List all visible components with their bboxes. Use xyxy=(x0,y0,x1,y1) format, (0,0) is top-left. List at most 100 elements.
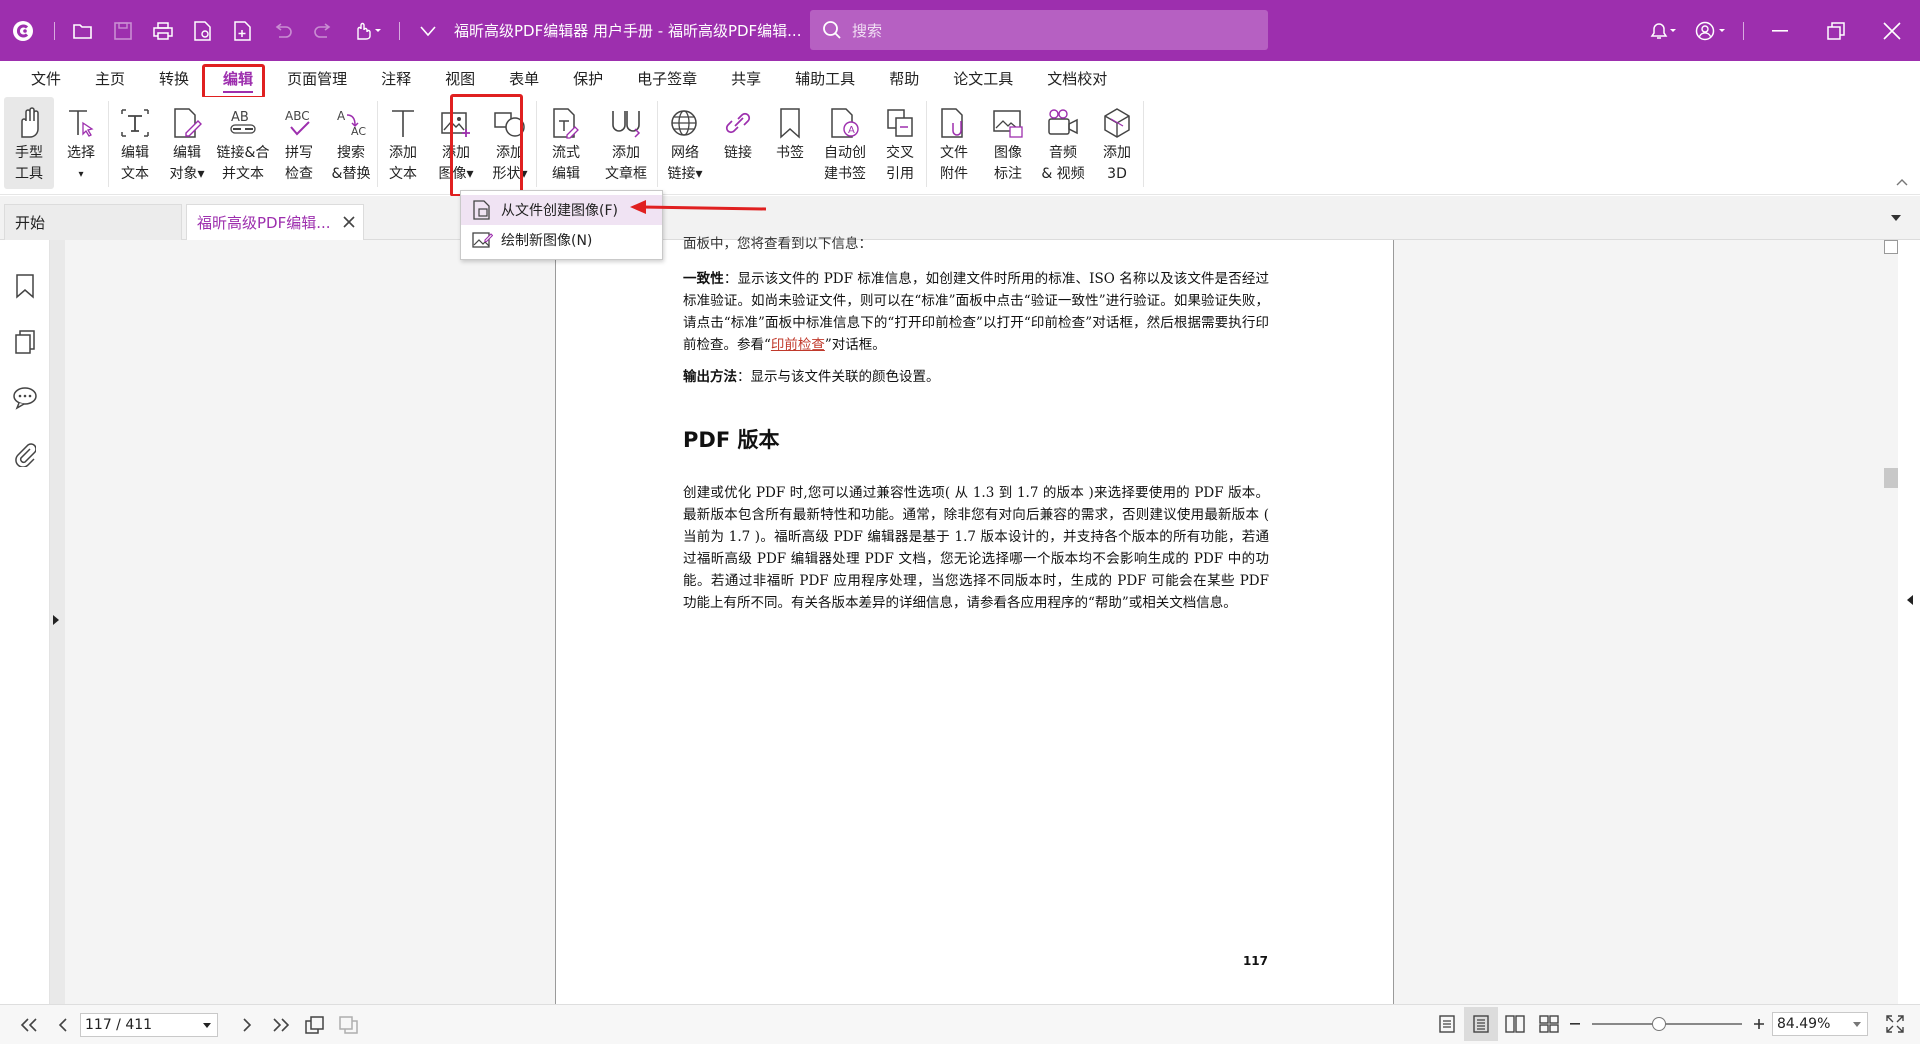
search-box[interactable]: 搜索 xyxy=(810,10,1268,50)
draw-new-image-item[interactable]: 绘制新图像(N) xyxy=(461,225,662,255)
hand-tool-button[interactable]: 手型 工具 xyxy=(4,97,54,189)
hand-tool-icon[interactable] xyxy=(343,11,391,51)
zoom-slider-thumb[interactable] xyxy=(1652,1017,1666,1031)
document-properties-icon[interactable] xyxy=(183,11,223,51)
add-article-label-2: 文章框 xyxy=(605,166,647,182)
zoom-slider[interactable] xyxy=(1592,1017,1742,1031)
edit-object-button[interactable]: 编辑 对象▾ xyxy=(161,97,213,189)
zoom-out-icon[interactable] xyxy=(1566,1007,1584,1041)
cross-reference-button[interactable]: 交叉 引用 xyxy=(874,97,926,189)
close-tab-icon[interactable] xyxy=(343,216,355,228)
preflight-link[interactable]: 印前检查 xyxy=(771,337,825,353)
add-3d-button[interactable]: 添加 3D xyxy=(1091,97,1143,189)
link-button[interactable]: 链接 xyxy=(712,97,764,189)
last-page-icon[interactable] xyxy=(264,1008,298,1042)
select-tool-button[interactable]: 选择 ▾ xyxy=(54,97,108,189)
menu-help[interactable]: 帮助 xyxy=(872,61,936,97)
zoom-level-field[interactable]: 84.49% xyxy=(1772,1012,1868,1036)
menu-e-sign[interactable]: 电子签章 xyxy=(620,61,714,97)
spell-check-button[interactable]: ABC 拼写 检查 xyxy=(273,97,325,189)
expand-sidebar-icon[interactable] xyxy=(52,614,60,626)
cross-ref-label-1: 交叉 xyxy=(886,145,914,161)
bookmark-button[interactable]: 书签 xyxy=(764,97,816,189)
svg-text:AC: AC xyxy=(351,125,366,138)
menu-home[interactable]: 主页 xyxy=(78,61,142,97)
add-article-button[interactable]: 添加 文章框 xyxy=(595,97,657,189)
foxit-logo-icon[interactable] xyxy=(0,0,46,61)
menu-file[interactable]: 文件 xyxy=(14,61,78,97)
previous-page-icon[interactable] xyxy=(46,1008,80,1042)
flow-edit-icon xyxy=(551,103,581,139)
menu-share[interactable]: 共享 xyxy=(714,61,778,97)
full-screen-icon[interactable] xyxy=(1878,1007,1912,1041)
menu-convert[interactable]: 转换 xyxy=(142,61,206,97)
next-view-icon[interactable] xyxy=(332,1008,366,1042)
highlight-box-add-image xyxy=(450,94,523,197)
audio-video-button[interactable]: 音频 & 视频 xyxy=(1035,97,1091,189)
menu-accessibility[interactable]: 辅助工具 xyxy=(778,61,872,97)
menu-thesis-tools[interactable]: 论文工具 xyxy=(936,61,1030,97)
continuous-facing-view-icon[interactable] xyxy=(1532,1007,1566,1041)
collapse-ribbon-icon[interactable] xyxy=(1896,178,1908,186)
open-folder-icon[interactable] xyxy=(63,11,103,51)
expand-right-panel-icon[interactable] xyxy=(1906,594,1914,606)
auto-bookmark-label-1: 自动创 xyxy=(824,145,866,161)
edit-object-label-1: 编辑 xyxy=(173,145,201,161)
previous-view-icon[interactable] xyxy=(298,1008,332,1042)
edit-text-button[interactable]: 编辑 文本 xyxy=(109,97,161,189)
menu-form[interactable]: 表单 xyxy=(492,61,556,97)
search-replace-button[interactable]: A AC 搜索 &替换 xyxy=(325,97,377,189)
tab-document[interactable]: 福昕高级PDF编辑... xyxy=(186,204,364,240)
save-icon[interactable] xyxy=(103,11,143,51)
facing-view-icon[interactable] xyxy=(1498,1007,1532,1041)
continuous-view-icon[interactable] xyxy=(1464,1007,1498,1041)
edit-object-label-2: 对象▾ xyxy=(169,166,205,182)
tab-start[interactable]: 开始 xyxy=(4,204,182,240)
quick-access-dropdown-icon[interactable] xyxy=(408,11,448,51)
menu-view[interactable]: 视图 xyxy=(428,61,492,97)
new-document-icon[interactable] xyxy=(223,11,263,51)
print-icon[interactable] xyxy=(143,11,183,51)
redo-icon[interactable] xyxy=(303,11,343,51)
auto-bookmark-button[interactable]: A 自动创 建书签 xyxy=(816,97,874,189)
link-label: 链接 xyxy=(724,145,752,161)
undo-icon[interactable] xyxy=(263,11,303,51)
scrollbar-top-marker[interactable] xyxy=(1884,240,1898,254)
comments-panel-icon[interactable] xyxy=(0,370,50,426)
auto-bookmark-icon: A xyxy=(829,103,861,139)
spell-check-icon: ABC xyxy=(283,103,315,139)
account-icon[interactable] xyxy=(1685,11,1735,51)
vertical-scrollbar[interactable] xyxy=(1882,240,1898,1004)
select-label: 选择 xyxy=(67,145,95,161)
menu-proofread[interactable]: 文档校对 xyxy=(1030,61,1124,97)
link-merge-text-button[interactable]: AB 链接&合 并文本 xyxy=(213,97,273,189)
link-merge-label-2: 并文本 xyxy=(222,166,264,182)
minimize-button[interactable] xyxy=(1752,0,1808,61)
next-page-icon[interactable] xyxy=(230,1008,264,1042)
first-page-icon[interactable] xyxy=(12,1008,46,1042)
scrollbar-thumb[interactable] xyxy=(1884,468,1898,488)
menu-organize[interactable]: 页面管理 xyxy=(270,61,364,97)
single-page-view-icon[interactable] xyxy=(1430,1007,1464,1041)
menu-protect[interactable]: 保护 xyxy=(556,61,620,97)
flow-edit-button[interactable]: 流式 编辑 xyxy=(537,97,595,189)
attachments-panel-icon[interactable] xyxy=(0,426,50,482)
web-link-button[interactable]: 网络 链接▾ xyxy=(658,97,712,189)
pages-panel-icon[interactable] xyxy=(0,314,50,370)
page-number-field[interactable]: 117 / 411 xyxy=(80,1012,218,1037)
restore-button[interactable] xyxy=(1808,0,1864,61)
search-replace-label-1: 搜索 xyxy=(337,145,365,161)
zoom-in-icon[interactable] xyxy=(1750,1007,1768,1041)
notification-bell-icon[interactable] xyxy=(1639,11,1685,51)
close-window-button[interactable] xyxy=(1864,0,1920,61)
image-annotation-button[interactable]: 图像 标注 xyxy=(981,97,1035,189)
page-number-value: 117 / 411 xyxy=(85,1016,153,1033)
edit-text-label-2: 文本 xyxy=(121,166,149,182)
add-article-label-1: 添加 xyxy=(612,145,640,161)
file-attach-label-2: 附件 xyxy=(940,166,968,182)
file-attachment-button[interactable]: 文件 附件 xyxy=(927,97,981,189)
menu-comment[interactable]: 注释 xyxy=(364,61,428,97)
bookmarks-panel-icon[interactable] xyxy=(0,258,50,314)
tab-list-dropdown-icon[interactable] xyxy=(1890,214,1902,222)
add-text-button[interactable]: 添加 文本 xyxy=(378,97,428,189)
